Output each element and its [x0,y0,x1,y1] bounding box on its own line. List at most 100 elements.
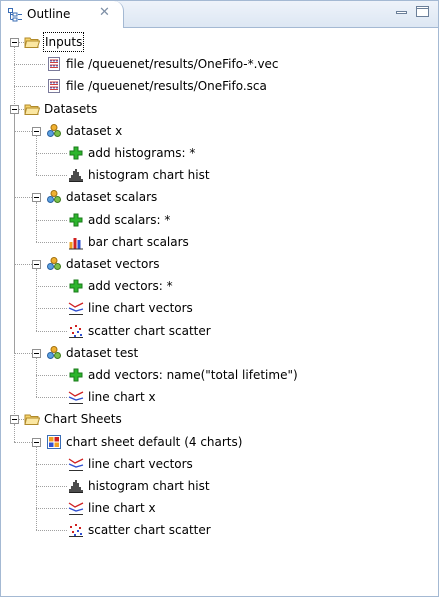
tree-item-label: line chart vectors [88,456,193,471]
tree-connector-line [36,202,37,242]
minimize-icon[interactable] [396,8,408,18]
outline-view: Outline ✕ Inputs file /queuenet/results/O… [0,0,439,597]
tree-item-label: histogram chart hist [88,479,210,493]
tree-item-label: file /queuenet/results/OneFifo-*.vec [66,57,279,72]
tree-connector-line [14,47,15,104]
add-icon [68,212,84,228]
add-icon [68,278,84,294]
folder-open-icon [24,34,41,50]
tree-connector-line [36,241,67,243]
tree-item-label: add scalars: * [88,212,171,227]
tree-item-label: scatter chart scatter [88,323,211,338]
collapse-toggle-icon[interactable] [10,38,19,47]
tree-connector-line [14,86,45,88]
tree-connector-line [36,269,37,331]
tree-connector-line [14,441,32,443]
folder-open-icon [24,101,41,117]
tree-item-label: line chart vectors [88,301,193,316]
collapse-toggle-icon[interactable] [10,104,19,114]
tree-folder-chart-sheets[interactable]: Chart Sheets [1,410,438,428]
tree-dataset-item[interactable]: dataset x [1,122,438,140]
collapse-toggle-icon[interactable] [32,193,41,203]
tree-connector-line [19,108,24,110]
add-icon [68,145,84,161]
tree-item-label: line chart x [88,390,156,405]
tree-connector-line [36,486,67,487]
tree-item[interactable]: file /queuenet/results/OneFifo-*.vec [1,55,438,73]
tab-outline[interactable]: Outline ✕ [1,1,124,28]
result-file-icon [46,56,62,72]
chart-sheet-icon [46,434,62,450]
tree-folder-inputs[interactable]: Inputs [1,32,438,52]
tree-connector-line [36,308,67,310]
tree-item-label: chart sheet default (4 charts) [66,434,243,449]
tree-folder-datasets[interactable]: Datasets [1,100,438,118]
tree-connector-line [14,352,32,354]
tree-dataset-item[interactable]: dataset vectors [1,255,438,273]
outline-icon [8,8,22,22]
dataset-icon [46,256,62,272]
tree-connector-line [36,357,37,398]
tree-item-label: bar chart scalars [88,234,189,249]
tree-connector-line [14,197,32,199]
histogram-chart-icon [68,478,84,494]
tree-connector-line [36,153,67,154]
add-icon [68,367,84,383]
tree-connector-line [36,463,67,465]
folder-open-icon [24,411,41,427]
tree-item-label: dataset scalars [66,190,158,205]
tree-connector-line [36,330,67,332]
tree-item-label: histogram chart hist [88,168,210,183]
tree-item-label: Inputs [42,32,85,52]
scatter-chart-icon [68,522,84,538]
tree-connector-line [36,397,67,399]
histogram-chart-icon [68,167,84,183]
collapse-toggle-icon[interactable] [32,126,41,136]
tree-dataset-item[interactable]: dataset test [1,344,438,362]
result-file-icon [46,78,62,94]
tree-item-label: Datasets [44,101,98,116]
tree-item-label: line chart x [88,501,156,516]
bar-chart-icon [68,234,84,250]
close-icon[interactable]: ✕ [99,5,110,20]
tree-connector-line [19,42,24,43]
tree-item[interactable]: file /queuenet/results/OneFifo.sca [1,77,438,95]
tree-connector-line [14,113,15,415]
scatter-chart-icon [68,323,84,339]
dataset-icon [46,189,62,205]
tree-connector-line [36,286,67,288]
tree-connector-line [14,64,45,66]
collapse-toggle-icon[interactable] [32,348,41,358]
dataset-icon [46,345,62,361]
collapse-toggle-icon[interactable] [10,415,19,425]
tree-chart-sheet-item[interactable]: chart sheet default (4 charts) [1,433,438,451]
tree-connector-line [36,135,37,176]
tree-item-label: add vectors: name("total lifetime") [88,368,298,382]
tree-connector-line [14,424,15,442]
tree-item-label: Chart Sheets [44,412,122,427]
line-chart-icon [68,389,84,405]
tree-item-label: scatter chart scatter [88,523,211,538]
tree-item-label: file /queuenet/results/OneFifo.sca [66,79,267,94]
line-chart-icon [68,300,84,316]
tree-dataset-item[interactable]: dataset scalars [1,188,438,206]
tree-item-label: add histograms: * [88,146,196,160]
dataset-icon [46,123,62,139]
tree-item-label: dataset vectors [66,257,160,271]
line-chart-icon [68,500,84,516]
maximize-icon[interactable] [416,6,430,18]
collapse-toggle-icon[interactable] [32,260,41,269]
tree-connector-line [36,219,67,221]
tree-connector-line [36,375,67,376]
tree-connector-line [36,446,37,531]
tree-connector-line [36,508,67,510]
collapse-toggle-icon[interactable] [32,437,41,447]
tree-item-label: dataset test [66,345,139,360]
line-chart-icon [68,456,84,472]
tree-connector-line [36,175,67,177]
tree-item-label: add vectors: * [88,279,173,294]
tree-connector-line [14,264,32,265]
view-tab-bar: Outline ✕ [1,1,438,28]
tree-connector-line [36,530,67,532]
tree-item-label: dataset x [66,123,123,138]
